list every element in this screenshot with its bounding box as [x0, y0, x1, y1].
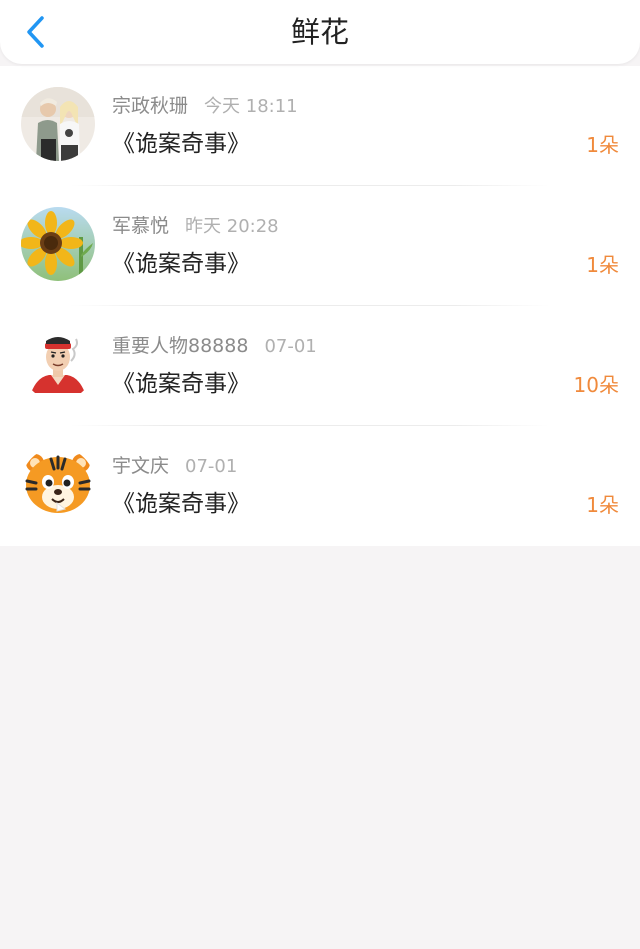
book-title[interactable]: 《诡案奇事》	[112, 249, 250, 279]
list-item[interactable]: 宇文庆 07-01 《诡案奇事》 1朵	[0, 426, 640, 546]
list-item[interactable]: 军慕悦 昨天 20:28 《诡案奇事》 1朵	[0, 186, 640, 306]
avatar[interactable]	[21, 87, 95, 161]
user-name[interactable]: 宇文庆	[112, 455, 169, 477]
flower-record-list: 宗政秋珊 今天 18:11 《诡案奇事》 1朵 军慕悦 昨天 20:28 《诡案…	[0, 66, 640, 546]
timestamp: 07-01	[185, 456, 238, 477]
avatar[interactable]	[21, 447, 95, 521]
flower-count: 1朵	[586, 133, 619, 157]
list-item[interactable]: 重要人物88888 07-01 《诡案奇事》 10朵	[0, 306, 640, 426]
sunflower-avatar	[21, 207, 95, 281]
user-name[interactable]: 重要人物88888	[112, 335, 248, 357]
avatar[interactable]	[21, 327, 95, 401]
record-meta: 宇文庆 07-01	[112, 454, 237, 479]
record-meta: 重要人物88888 07-01	[112, 334, 317, 359]
avatar[interactable]	[21, 207, 95, 281]
book-title[interactable]: 《诡案奇事》	[112, 489, 250, 519]
top-nav-bar: 鲜花	[0, 0, 640, 64]
flower-count: 1朵	[586, 493, 619, 517]
user-name[interactable]: 宗政秋珊	[112, 95, 188, 117]
page-title: 鲜花	[290, 15, 349, 49]
timestamp: 07-01	[264, 336, 317, 357]
flower-count: 10朵	[573, 373, 619, 397]
timestamp: 今天 18:11	[204, 96, 298, 117]
couple-photo-avatar	[21, 87, 95, 161]
cartoon-man-avatar	[21, 327, 95, 401]
timestamp: 昨天 20:28	[185, 216, 279, 237]
record-meta: 军慕悦 昨天 20:28	[112, 214, 279, 239]
flower-count: 1朵	[586, 253, 619, 277]
cartoon-tiger-avatar	[21, 447, 95, 521]
book-title[interactable]: 《诡案奇事》	[112, 369, 250, 399]
user-name[interactable]: 军慕悦	[112, 215, 169, 237]
list-item[interactable]: 宗政秋珊 今天 18:11 《诡案奇事》 1朵	[0, 66, 640, 186]
record-meta: 宗政秋珊 今天 18:11	[112, 94, 298, 119]
book-title[interactable]: 《诡案奇事》	[112, 129, 250, 159]
